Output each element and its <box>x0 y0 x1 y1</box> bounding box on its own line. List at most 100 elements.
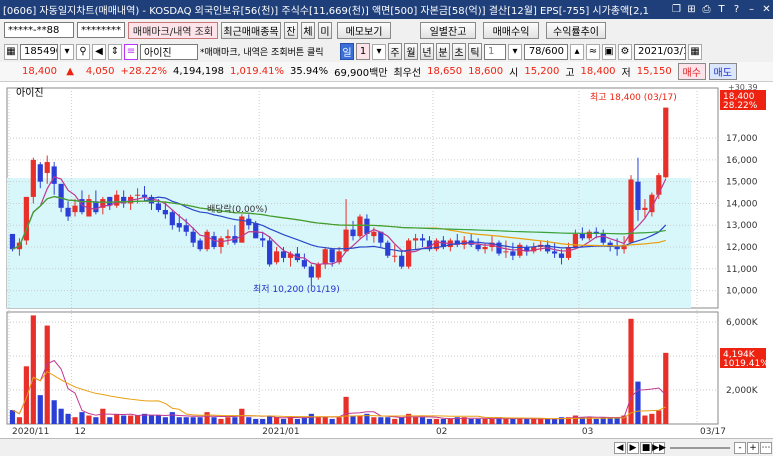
candle-body <box>141 194 148 197</box>
candle-body <box>267 240 273 265</box>
memo-button[interactable]: 메모보기 <box>337 21 391 39</box>
volume-bar <box>65 413 71 424</box>
range-field[interactable]: 78/600 <box>524 43 568 60</box>
top-tag: +30.39 <box>728 83 758 92</box>
volume-bar <box>350 415 356 424</box>
date-tick-label: 03 <box>582 427 593 437</box>
volume-tick-label: 2,000K <box>726 386 759 396</box>
candle-body <box>663 107 669 178</box>
font-icon[interactable]: T <box>715 3 728 16</box>
executed-button[interactable]: 체 <box>301 21 315 39</box>
amount-value: 69,900백만 <box>334 68 388 79</box>
return-trend-button[interactable]: 수익률추이 <box>546 21 606 39</box>
candle-body <box>51 166 57 184</box>
fast-forward-icon[interactable]: ▶▶ <box>652 441 666 454</box>
chevron-down-icon[interactable]: ▾ <box>60 43 74 60</box>
best-bid-value: 18,600 <box>468 66 504 77</box>
period-tick-button[interactable]: 틱 <box>468 43 482 60</box>
minimize-icon[interactable]: – <box>745 3 758 16</box>
gear-icon[interactable]: ⚙ <box>618 43 632 60</box>
period-minute-button[interactable]: 분 <box>436 43 450 60</box>
date-field[interactable]: 2021/03/17 <box>634 43 686 60</box>
volume-pct: 1,019.41% <box>229 66 284 77</box>
password-field[interactable]: ******** <box>77 22 125 38</box>
zoom-in-icon[interactable]: + <box>747 441 759 454</box>
trade-profit-button[interactable]: 매매수익 <box>483 21 539 39</box>
volume-tick-label: 6,000K <box>726 318 759 328</box>
zoom-slider[interactable] <box>670 446 730 449</box>
volume-bar <box>86 415 92 424</box>
price-tick-label: 11,000 <box>726 265 758 275</box>
restore-icon[interactable]: ❐ <box>670 3 683 16</box>
tick-count-field[interactable]: 1 <box>484 43 506 60</box>
candle-body <box>58 183 64 208</box>
settings-icon[interactable]: ⋯ <box>760 441 772 454</box>
chevron-down-icon[interactable]: ▾ <box>372 43 386 60</box>
candle-body <box>371 231 377 237</box>
help-icon[interactable]: ? <box>730 3 743 16</box>
prev-next-icon[interactable]: ⇕ <box>108 43 122 60</box>
volume-bar <box>79 412 85 424</box>
zoom-out-icon[interactable]: - <box>734 441 746 454</box>
period-month-button[interactable]: 월 <box>404 43 418 60</box>
period-second-button[interactable]: 초 <box>452 43 466 60</box>
high-label: 고 <box>565 68 575 79</box>
candle-body <box>162 209 168 215</box>
account-value: *****-**88 <box>8 24 60 36</box>
volume-bar <box>357 415 363 424</box>
account-field[interactable]: *****-**88 <box>4 22 74 38</box>
scroll-left-icon[interactable]: ◀ <box>614 441 626 454</box>
candle-body <box>475 244 481 250</box>
tab-recent-trades[interactable]: 최근매매종목 <box>221 21 281 39</box>
chart-type-icon[interactable]: ▦ <box>4 43 18 60</box>
unexecuted-button[interactable]: 미 <box>318 21 332 39</box>
volume-bar <box>100 408 106 424</box>
scroll-right-icon[interactable]: ▶ <box>627 441 639 454</box>
candle-body <box>656 175 662 195</box>
pin-icon[interactable]: ⊞ <box>685 3 698 16</box>
chevron-down-icon[interactable]: ▾ <box>508 43 522 60</box>
tab-trade-marks[interactable]: 매매마크/내역 조회 <box>128 21 218 39</box>
candle-body <box>273 251 280 263</box>
candle-body <box>44 162 50 173</box>
volume-bar <box>30 315 36 424</box>
period-week-button[interactable]: 주 <box>388 43 402 60</box>
buy-button[interactable]: 매수 <box>677 63 706 80</box>
candle-body <box>253 223 259 239</box>
volume-bar <box>23 366 29 424</box>
search-icon[interactable]: ⚲ <box>76 43 90 60</box>
period-day-button[interactable]: 일 <box>340 43 354 60</box>
speaker-icon[interactable]: ◀ <box>92 43 106 60</box>
save-icon[interactable]: ▣ <box>602 43 616 60</box>
balance-button[interactable]: 잔 <box>284 21 298 39</box>
price-tick-label: 14,000 <box>726 199 758 209</box>
volume-bar <box>475 418 481 424</box>
print-icon[interactable]: ⎙ <box>700 3 713 16</box>
price-volume-chart[interactable]: 10,000 11,000 12,000 13,000 14,000 15,000 16,0… <box>0 82 773 438</box>
open-label: 시 <box>509 68 519 79</box>
volume-bar <box>656 410 662 424</box>
scroll-icon[interactable]: ▴ <box>570 43 584 60</box>
close-icon[interactable]: ✕ <box>760 3 773 16</box>
period-count-field[interactable]: 1 <box>356 43 370 60</box>
indicator-icon[interactable]: ≈ <box>586 43 600 60</box>
volume-bar <box>72 417 78 424</box>
volume-bar <box>246 417 252 424</box>
volume-bar <box>128 415 134 424</box>
calendar-icon[interactable]: ▦ <box>688 43 702 60</box>
volume-bar <box>183 417 189 424</box>
volume-bar <box>232 417 238 424</box>
candle-body <box>280 251 287 258</box>
chart-legend: 아이진 <box>16 87 44 99</box>
volume-bar <box>190 417 196 424</box>
low-label: 저 <box>621 68 631 79</box>
daily-balance-button[interactable]: 일별잔고 <box>420 21 476 39</box>
date-tick-label: 2020/11 <box>12 427 49 437</box>
stop-icon[interactable]: ■ <box>640 441 652 454</box>
sell-button[interactable]: 매도 <box>708 63 737 80</box>
chart-area[interactable]: 10,000 11,000 12,000 13,000 14,000 15,000 16,0… <box>0 82 773 438</box>
stock-code-field[interactable]: 185490 <box>20 43 58 60</box>
volume-bar <box>649 413 655 424</box>
period-year-button[interactable]: 년 <box>420 43 434 60</box>
candle-body <box>322 249 328 265</box>
